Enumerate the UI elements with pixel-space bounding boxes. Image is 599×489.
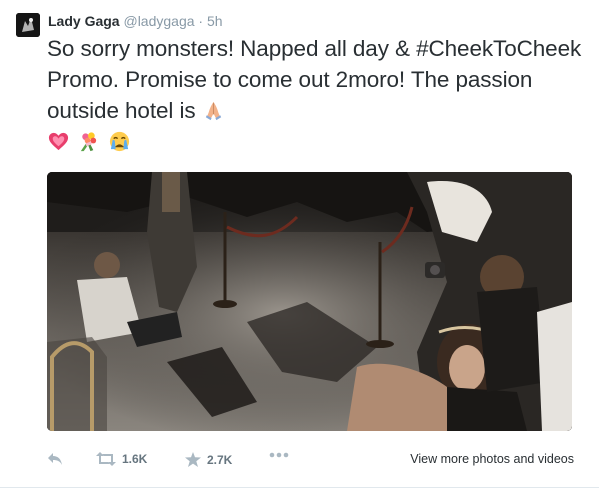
avatar-image <box>16 13 40 37</box>
tweet-text-part1: So sorry monsters! Napped all day & <box>47 36 417 61</box>
separator: · <box>198 13 204 29</box>
hashtag-link[interactable]: #CheekToCheek <box>416 36 581 61</box>
retweet-button[interactable]: 1.6K <box>96 452 147 466</box>
more-options-button[interactable] <box>269 452 289 458</box>
folded-hands-icon <box>205 101 221 121</box>
growing-heart-icon <box>48 132 69 151</box>
avatar[interactable] <box>16 13 40 37</box>
emoji-row <box>47 130 134 156</box>
divider <box>0 487 599 488</box>
favorite-button[interactable]: 2.7K <box>185 452 232 467</box>
hashtag-symbol: # <box>416 36 429 61</box>
hashtag-word: CheekToCheek <box>428 36 582 61</box>
retweet-icon <box>96 452 116 466</box>
tweet-text-part2: Promo. Promise to come out 2moro! The pa… <box>47 67 533 123</box>
crying-face-icon <box>109 131 129 152</box>
tweet-actions: 1.6K 2.7K View more photos and videos <box>47 448 577 472</box>
bouquet-icon <box>81 132 97 152</box>
crowd-photo-image <box>47 172 572 431</box>
favorite-count: 2.7K <box>207 452 233 467</box>
more-dots-icon <box>269 452 289 458</box>
tweet[interactable]: Lady Gaga @ladygaga · 5h So sorry monste… <box>0 0 599 489</box>
star-icon <box>185 452 201 467</box>
view-more-photos-link[interactable]: View more photos and videos <box>410 452 574 466</box>
tweet-header: Lady Gaga @ladygaga · 5h <box>48 12 223 30</box>
tweet-text: So sorry monsters! Napped all day & #Che… <box>47 33 587 126</box>
retweet-count: 1.6K <box>122 452 148 466</box>
author-handle[interactable]: @ladygaga <box>123 13 194 29</box>
reply-button[interactable] <box>47 452 63 466</box>
author-name[interactable]: Lady Gaga <box>48 13 120 29</box>
timestamp[interactable]: 5h <box>207 13 223 29</box>
tweet-photo[interactable] <box>47 172 572 431</box>
reply-icon <box>48 453 62 465</box>
